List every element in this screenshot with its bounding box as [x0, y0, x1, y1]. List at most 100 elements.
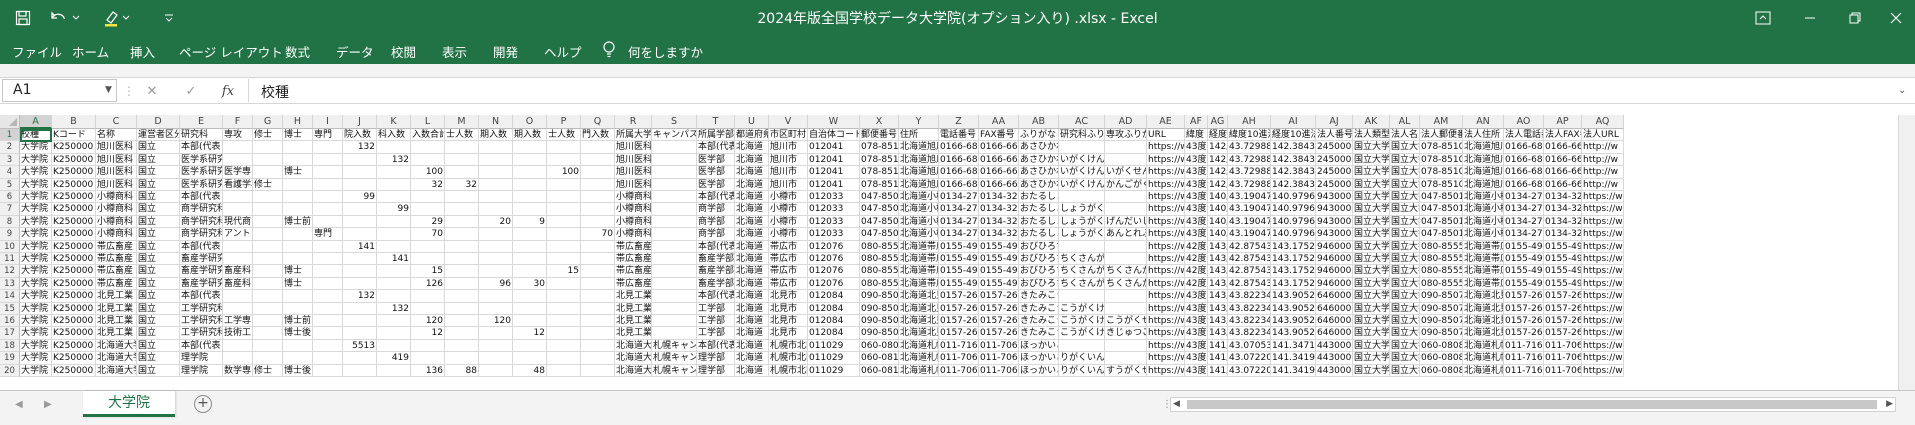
table-cell[interactable]: 医学部 [697, 153, 735, 167]
table-cell[interactable]: 帯広畜産 [615, 253, 652, 266]
table-cell[interactable]: http://w [1582, 166, 1624, 179]
column-header[interactable]: W [808, 115, 860, 129]
table-cell[interactable]: https://w [1147, 166, 1185, 179]
column-header[interactable]: E [180, 115, 223, 129]
table-cell[interactable]: 0155-49-5 [1544, 277, 1582, 291]
table-cell[interactable] [283, 191, 313, 204]
table-cell[interactable] [377, 290, 411, 303]
column-header[interactable]: K [377, 115, 411, 129]
table-cell[interactable]: 北見工業 [615, 315, 652, 328]
table-cell[interactable]: 29 [411, 215, 445, 229]
close-icon[interactable] [1879, 4, 1913, 32]
table-cell[interactable]: 北海道大学 [96, 352, 137, 365]
table-cell[interactable]: K250000 [52, 203, 96, 216]
table-cell[interactable]: いがくけんき [1059, 166, 1105, 179]
table-cell[interactable] [479, 166, 513, 179]
table-cell[interactable] [1105, 191, 1147, 204]
table-cell[interactable]: 北見市 [769, 327, 808, 340]
table-cell[interactable]: 大学院 [20, 277, 52, 291]
table-cell[interactable]: K250000 [52, 339, 96, 353]
table-cell[interactable] [283, 240, 313, 253]
table-cell[interactable]: 国立大学 [1390, 203, 1420, 216]
column-header[interactable]: S [652, 115, 697, 129]
column-header[interactable]: C [96, 115, 137, 129]
table-cell[interactable]: 0134-32-5 [979, 228, 1019, 241]
table-cell[interactable]: 140.97965 [1271, 203, 1316, 216]
table-cell[interactable]: 北海道旭川 [1463, 166, 1504, 179]
column-header[interactable]: AN [1463, 115, 1504, 129]
table-cell[interactable]: 小樽商科 [615, 215, 652, 229]
table-cell[interactable]: こうがくけ [1059, 302, 1105, 315]
table-cell[interactable] [283, 352, 313, 365]
table-cell[interactable]: げんだいし [1105, 215, 1147, 229]
table-cell[interactable]: https://w [1582, 203, 1624, 216]
table-cell[interactable]: 70 [581, 228, 615, 241]
table-cell[interactable]: 旭川医科 [615, 178, 652, 191]
table-cell[interactable]: 141.34195 [1271, 364, 1316, 377]
table-cell[interactable]: 090-8507 [860, 315, 899, 328]
table-cell[interactable] [283, 302, 313, 315]
header-cell[interactable]: 法人FAX番 [1544, 129, 1582, 142]
horizontal-scrollbar[interactable]: ◀ ▶ [1170, 397, 1896, 412]
table-cell[interactable]: 博士前 [283, 215, 313, 229]
table-cell[interactable]: 9430005 [1316, 215, 1353, 229]
table-cell[interactable]: 43.7298828 [1228, 153, 1271, 167]
row-header[interactable]: 1 [0, 129, 20, 142]
table-cell[interactable]: 43度11 [1185, 191, 1208, 204]
table-cell[interactable] [652, 327, 697, 340]
table-cell[interactable]: 88 [445, 364, 479, 377]
table-cell[interactable]: 北見工業 [96, 302, 137, 315]
table-cell[interactable]: 北海道 [735, 352, 769, 365]
table-cell[interactable] [223, 302, 253, 315]
table-cell[interactable] [253, 339, 283, 353]
table-cell[interactable]: 国立大学 [1353, 253, 1390, 266]
table-cell[interactable]: 大学院 [20, 253, 52, 266]
header-cell[interactable]: Kコード [52, 129, 96, 142]
table-cell[interactable]: 012041 [808, 153, 860, 167]
row-header[interactable]: 4 [0, 166, 20, 179]
table-cell[interactable]: 0166-66-0 [1544, 178, 1582, 191]
table-cell[interactable]: 080-8555 [1420, 253, 1463, 266]
table-cell[interactable] [283, 339, 313, 353]
column-header[interactable]: U [735, 115, 769, 129]
table-cell[interactable] [377, 228, 411, 241]
table-cell[interactable]: 国立 [137, 364, 180, 377]
table-cell[interactable]: K250000 [52, 228, 96, 241]
table-cell[interactable]: 理学院 [180, 364, 223, 377]
table-cell[interactable]: 北海道帯広 [1463, 277, 1504, 291]
table-cell[interactable]: 北見工業 [615, 302, 652, 315]
table-cell[interactable]: 国立大学 [1390, 277, 1420, 291]
table-cell[interactable]: K250000 [52, 290, 96, 303]
table-cell[interactable]: 090-8507 [1420, 290, 1463, 303]
table-cell[interactable]: 北海道 [735, 191, 769, 204]
table-cell[interactable]: 012084 [808, 315, 860, 328]
table-cell[interactable]: 0157-26-9 [939, 327, 979, 340]
row-header[interactable]: 5 [0, 178, 20, 191]
table-cell[interactable]: 北海道 [735, 315, 769, 328]
table-cell[interactable]: 43.1904753 [1228, 203, 1271, 216]
table-cell[interactable]: 0166-68-2 [1504, 153, 1544, 167]
table-cell[interactable]: 4430005 [1316, 364, 1353, 377]
table-cell[interactable]: 北海道 [735, 339, 769, 353]
table-cell[interactable] [652, 277, 697, 291]
table-cell[interactable] [513, 240, 547, 253]
table-cell[interactable] [411, 253, 445, 266]
table-cell[interactable] [513, 166, 547, 179]
table-cell[interactable]: 医学系研究 [180, 166, 223, 179]
table-cell[interactable]: 帯広畜産 [96, 265, 137, 278]
table-cell[interactable]: 0134-32-5 [979, 215, 1019, 229]
table-cell[interactable] [253, 191, 283, 204]
table-cell[interactable]: 42度52 [1185, 265, 1208, 278]
table-cell[interactable]: 060-0808 [1420, 352, 1463, 365]
table-cell[interactable]: https://w [1147, 277, 1185, 291]
table-cell[interactable]: 北海道大 [615, 339, 652, 353]
table-cell[interactable] [377, 178, 411, 191]
table-cell[interactable]: 北海道 [735, 240, 769, 253]
row-header[interactable]: 11 [0, 253, 20, 266]
table-cell[interactable] [223, 141, 253, 154]
column-header[interactable]: AF [1185, 115, 1208, 129]
row-header[interactable]: 18 [0, 339, 20, 353]
table-cell[interactable]: 143.175263 [1271, 277, 1316, 291]
header-cell[interactable]: 法人住所 [1463, 129, 1504, 142]
table-cell[interactable]: ちくさんがく [1059, 265, 1105, 278]
